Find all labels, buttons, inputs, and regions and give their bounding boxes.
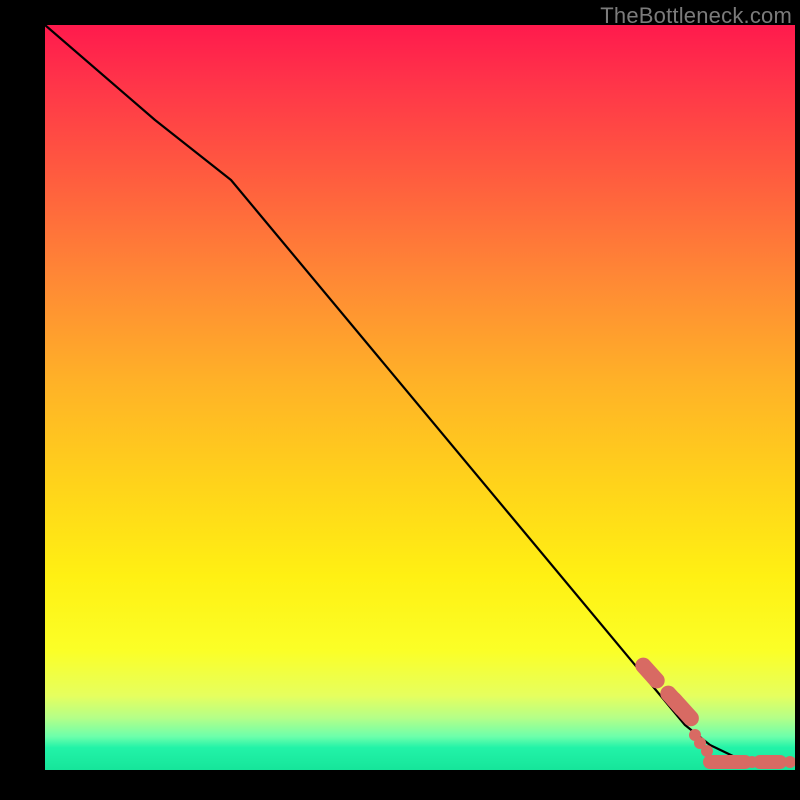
marker-group: [632, 654, 795, 769]
data-marker: [753, 755, 787, 769]
data-marker: [784, 756, 795, 768]
bottleneck-curve: [45, 25, 795, 763]
plot-overlay: [45, 25, 795, 770]
chart-stage: TheBottleneck.com: [0, 0, 800, 800]
plot-area: [45, 25, 795, 770]
data-marker: [703, 755, 752, 769]
data-marker: [746, 756, 758, 768]
data-marker: [632, 654, 668, 691]
